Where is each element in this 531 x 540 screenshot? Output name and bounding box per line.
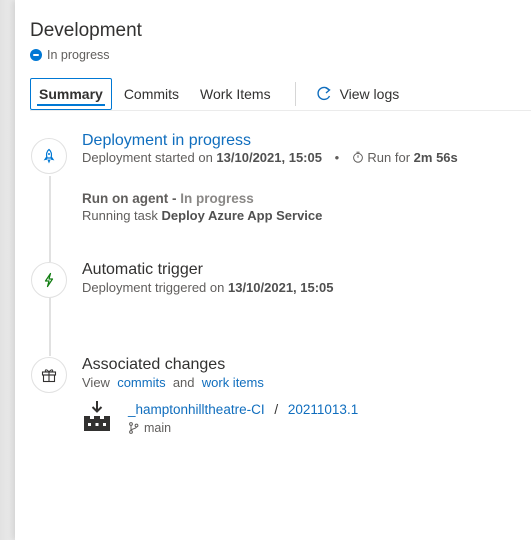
- in-progress-icon: [30, 49, 42, 61]
- artifact-line: _hamptonhilltheatre-CI / 20211013.1: [128, 402, 358, 417]
- view-logs-label: View logs: [339, 86, 400, 102]
- agent-status-line: Run on agent - In progress: [82, 191, 254, 206]
- deployment-started-text: Deployment started on 13/10/2021, 15:05 …: [82, 150, 458, 165]
- timeline-connector: [49, 176, 51, 262]
- agent-label: Run on agent -: [82, 191, 177, 206]
- deployment-step-circle: [31, 138, 67, 174]
- view-logs-button[interactable]: View logs: [308, 82, 408, 106]
- run-duration: 2m 56s: [413, 150, 458, 165]
- running-task-label: Running task: [82, 208, 158, 223]
- changes-title: Associated changes: [82, 356, 226, 373]
- running-task-line: Running task Deploy Azure App Service: [82, 208, 322, 223]
- running-task-name: Deploy Azure App Service: [161, 208, 323, 223]
- branch-info: main: [128, 421, 171, 435]
- header-divider: [30, 110, 531, 111]
- view-label: View: [82, 375, 110, 390]
- trigger-title: Automatic trigger: [82, 261, 203, 278]
- artifact-separator: /: [274, 402, 279, 417]
- lightning-icon: [44, 272, 54, 288]
- separator-dot: •: [334, 150, 340, 165]
- build-artifact-icon: [84, 401, 110, 431]
- tab-bar: Summary Commits Work Items View logs: [30, 78, 407, 110]
- run-for-label: Run for: [367, 150, 411, 165]
- changes-step-circle: [31, 357, 67, 393]
- tab-summary[interactable]: Summary: [30, 78, 112, 110]
- branch-icon: [129, 422, 139, 434]
- stage-status: In progress: [30, 48, 110, 62]
- deployment-started-date: 13/10/2021, 15:05: [216, 150, 322, 165]
- build-number-link[interactable]: 20211013.1: [288, 402, 358, 417]
- gift-icon: [41, 369, 57, 383]
- redo-arrow-icon: [316, 86, 331, 101]
- branch-name: main: [144, 421, 172, 435]
- agent-status: In progress: [180, 191, 254, 206]
- tab-work-items[interactable]: Work Items: [191, 79, 280, 109]
- tab-commits[interactable]: Commits: [115, 79, 188, 109]
- trigger-step-circle: [31, 262, 67, 298]
- work-items-link[interactable]: work items: [202, 375, 264, 390]
- trigger-desc-label: Deployment triggered on: [82, 280, 225, 295]
- stage-title: Development: [30, 20, 142, 41]
- trigger-date: 13/10/2021, 15:05: [227, 280, 334, 295]
- timeline-connector: [49, 298, 51, 356]
- trigger-description: Deployment triggered on 13/10/2021, 15:0…: [82, 280, 334, 295]
- deployment-title-link[interactable]: Deployment in progress: [82, 132, 251, 150]
- pipeline-link[interactable]: _hamptonhilltheatre-CI: [128, 402, 265, 417]
- tab-divider: [294, 82, 296, 106]
- and-label: and: [172, 375, 195, 390]
- stage-status-label: In progress: [47, 48, 110, 62]
- changes-links-line: View commits and work items: [82, 375, 264, 390]
- rocket-icon: [43, 148, 55, 164]
- stopwatch-icon: [352, 151, 363, 163]
- deployment-started-label: Deployment started on: [82, 150, 213, 165]
- commits-link[interactable]: commits: [117, 375, 165, 390]
- background-overlay: [0, 0, 15, 540]
